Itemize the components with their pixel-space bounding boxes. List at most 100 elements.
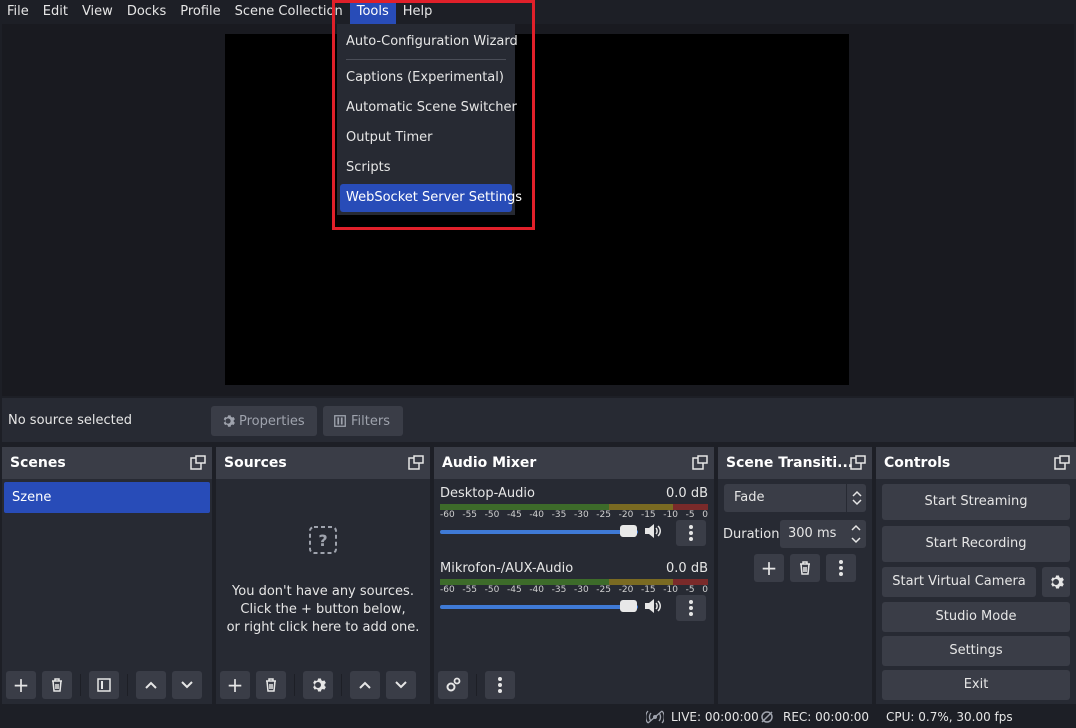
channel-db: 0.0 dB bbox=[666, 561, 708, 576]
tick: -35 bbox=[551, 585, 567, 595]
undock-icon[interactable] bbox=[190, 455, 206, 471]
undock-icon[interactable] bbox=[1054, 455, 1070, 471]
tick: -15 bbox=[640, 585, 656, 595]
menu-file[interactable]: File bbox=[0, 0, 36, 24]
preview-canvas[interactable] bbox=[225, 34, 849, 385]
tick: -55 bbox=[462, 585, 478, 595]
plus-icon: + bbox=[12, 673, 30, 697]
gears-icon bbox=[446, 677, 461, 692]
trash-icon bbox=[800, 561, 810, 575]
duration-spinbox[interactable]: 300 ms bbox=[780, 520, 866, 548]
move-source-down-button[interactable] bbox=[386, 671, 416, 699]
start-recording-button[interactable]: Start Recording bbox=[882, 526, 1070, 562]
start-streaming-button[interactable]: Start Streaming bbox=[882, 484, 1070, 520]
audio-mixer-menu-button[interactable] bbox=[485, 671, 515, 699]
sources-title: Sources bbox=[216, 447, 430, 479]
controls-dock: Controls Start Streaming Start Recording… bbox=[876, 447, 1076, 704]
remove-transition-button[interactable] bbox=[790, 554, 820, 582]
empty-line-2: Click the + button below, bbox=[240, 602, 406, 617]
sources-empty-state[interactable]: ? You don't have any sources. Click the … bbox=[216, 525, 430, 637]
scenes-title-text: Scenes bbox=[10, 455, 66, 471]
scene-item-szene[interactable]: Szene bbox=[4, 482, 210, 513]
menu-item-automatic-scene-switcher[interactable]: Automatic Scene Switcher bbox=[340, 94, 517, 122]
scene-transitions-title-text: Scene Transiti... bbox=[726, 455, 854, 471]
menu-help[interactable]: Help bbox=[396, 0, 440, 24]
menu-view[interactable]: View bbox=[75, 0, 120, 24]
filter-icon bbox=[97, 678, 111, 692]
toolbar-separator bbox=[127, 674, 128, 696]
tick: -30 bbox=[573, 585, 589, 595]
channel-name: Desktop-Audio bbox=[440, 486, 535, 501]
virtual-camera-settings-button[interactable] bbox=[1042, 567, 1070, 597]
remove-source-button[interactable] bbox=[256, 671, 286, 699]
add-source-button[interactable]: + bbox=[220, 671, 250, 699]
spin-arrows-icon[interactable] bbox=[848, 520, 864, 548]
properties-button[interactable]: Properties bbox=[211, 406, 317, 436]
menu-profile[interactable]: Profile bbox=[173, 0, 227, 24]
meter-ticks: -60 -55 -50 -45 -40 -35 -30 -25 -20 -15 -10 -5 0 bbox=[440, 510, 708, 522]
volume-slider[interactable] bbox=[440, 530, 638, 534]
move-scene-down-button[interactable] bbox=[172, 671, 202, 699]
transition-select[interactable]: Fade bbox=[724, 484, 866, 512]
menu-item-captions[interactable]: Captions (Experimental) bbox=[340, 64, 512, 92]
menu-item-scripts[interactable]: Scripts bbox=[340, 154, 512, 182]
toolbar-separator bbox=[294, 674, 295, 696]
scenes-title: Scenes bbox=[2, 447, 212, 479]
source-properties-button[interactable] bbox=[303, 671, 333, 699]
scene-filters-button[interactable] bbox=[89, 671, 119, 699]
undock-icon[interactable] bbox=[692, 455, 708, 471]
tick: -45 bbox=[506, 585, 522, 595]
tick: -50 bbox=[484, 510, 500, 520]
audio-mixer-title: Audio Mixer bbox=[434, 447, 714, 479]
add-transition-button[interactable]: + bbox=[754, 554, 784, 582]
live-timer: LIVE: 00:00:00 bbox=[671, 710, 759, 724]
menu-item-output-timer[interactable]: Output Timer bbox=[340, 124, 512, 152]
undock-icon[interactable] bbox=[408, 455, 424, 471]
move-source-up-button[interactable] bbox=[350, 671, 380, 699]
start-virtual-camera-button[interactable]: Start Virtual Camera bbox=[882, 567, 1036, 597]
audio-mixer-toolbar bbox=[434, 666, 714, 704]
settings-button[interactable]: Settings bbox=[882, 636, 1070, 666]
transition-menu-button[interactable] bbox=[826, 554, 856, 582]
menu-edit[interactable]: Edit bbox=[36, 0, 75, 24]
add-scene-button[interactable]: + bbox=[6, 671, 36, 699]
advanced-audio-button[interactable] bbox=[438, 671, 468, 699]
record-icon bbox=[761, 711, 773, 723]
exit-button[interactable]: Exit bbox=[882, 670, 1070, 700]
remove-scene-button[interactable] bbox=[42, 671, 72, 699]
kebab-icon bbox=[498, 677, 502, 693]
menu-item-websocket-server-settings[interactable]: WebSocket Server Settings bbox=[340, 184, 522, 212]
sources-title-text: Sources bbox=[224, 455, 287, 471]
tick: -40 bbox=[529, 510, 545, 520]
menu-item-auto-configuration-wizard[interactable]: Auto-Configuration Wizard bbox=[340, 28, 518, 56]
toolbar-separator bbox=[341, 674, 342, 696]
chevron-up-icon bbox=[145, 681, 157, 689]
volume-slider[interactable] bbox=[440, 605, 638, 609]
tools-dropdown-menu: Auto-Configuration Wizard Captions (Expe… bbox=[337, 24, 522, 215]
tick: -55 bbox=[462, 510, 478, 520]
move-scene-up-button[interactable] bbox=[136, 671, 166, 699]
volume-slider-handle[interactable] bbox=[620, 600, 637, 612]
scene-transitions-dock: Scene Transiti... Fade Duration 300 ms + bbox=[718, 447, 872, 704]
tick: -60 bbox=[440, 585, 455, 595]
duration-value: 300 ms bbox=[788, 526, 837, 541]
speaker-icon[interactable] bbox=[644, 523, 662, 539]
volume-slider-handle[interactable] bbox=[620, 525, 637, 537]
filters-button[interactable]: Filters bbox=[323, 406, 403, 436]
menu-scene-collection[interactable]: Scene Collection bbox=[228, 0, 350, 24]
undock-icon[interactable] bbox=[850, 455, 866, 471]
channel-menu-button[interactable] bbox=[676, 595, 706, 621]
tick: -40 bbox=[529, 585, 545, 595]
kebab-icon bbox=[839, 560, 843, 576]
channel-name: Mikrofon-/AUX-Audio bbox=[440, 561, 574, 576]
source-toolbar: No source selected Properties Filters bbox=[2, 398, 1074, 442]
tick: -20 bbox=[618, 585, 634, 595]
channel-menu-button[interactable] bbox=[676, 520, 706, 546]
studio-mode-button[interactable]: Studio Mode bbox=[882, 602, 1070, 632]
kebab-icon bbox=[689, 525, 693, 541]
plus-icon: + bbox=[760, 556, 778, 580]
speaker-icon[interactable] bbox=[644, 598, 662, 614]
controls-title: Controls bbox=[876, 447, 1076, 479]
menu-docks[interactable]: Docks bbox=[120, 0, 173, 24]
menu-tools[interactable]: Tools bbox=[349, 0, 396, 24]
